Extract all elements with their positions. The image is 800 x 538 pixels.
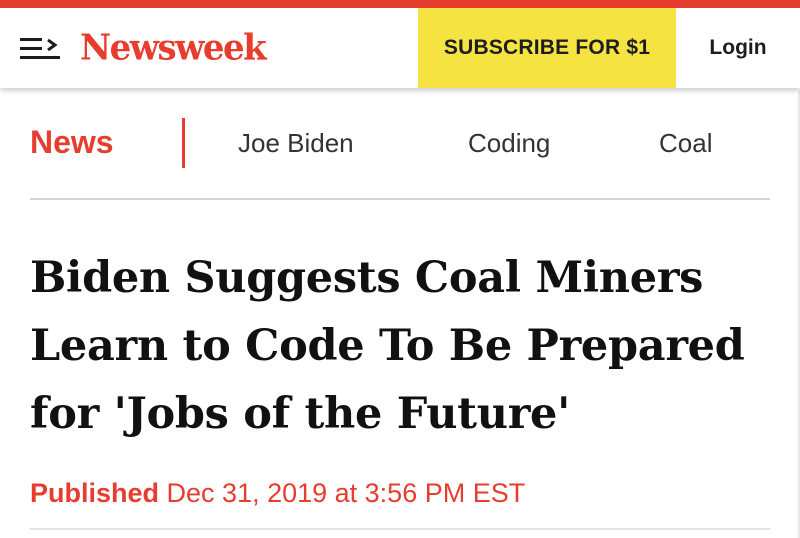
bottom-divider: [30, 528, 770, 530]
nav-section-news[interactable]: News: [30, 124, 114, 161]
published-label: Published: [30, 478, 160, 508]
headline-line: Biden Suggests Coal Miners: [30, 253, 704, 303]
nav-tag-coding[interactable]: Coding: [468, 128, 550, 159]
nav-tag-coal[interactable]: Coal: [659, 128, 712, 159]
published-timestamp: Published Dec 31, 2019 at 3:56 PM EST: [30, 478, 525, 509]
nav-separator: [30, 198, 770, 200]
login-button[interactable]: Login: [676, 8, 800, 88]
article-headline: Biden Suggests Coal Miners Learn to Code…: [30, 244, 770, 448]
headline-line: Learn to Code To Be Prepared: [30, 321, 745, 371]
subscribe-button[interactable]: SUBSCRIBE FOR $1: [418, 8, 676, 88]
page: Newsweek SUBSCRIBE FOR $1 Login News Joe…: [0, 0, 800, 538]
site-header: Newsweek SUBSCRIBE FOR $1 Login: [0, 8, 800, 88]
section-nav: News Joe Biden Coding Coal: [0, 90, 800, 198]
nav-tag-joe-biden[interactable]: Joe Biden: [238, 128, 354, 159]
headline-line: for 'Jobs of the Future': [30, 389, 570, 439]
published-date: Dec 31, 2019 at 3:56 PM EST: [166, 478, 526, 508]
menu-arrow-icon[interactable]: [20, 36, 62, 62]
newsweek-logo[interactable]: Newsweek: [80, 21, 267, 76]
top-brand-rule: [0, 0, 800, 8]
nav-divider: [182, 118, 185, 168]
